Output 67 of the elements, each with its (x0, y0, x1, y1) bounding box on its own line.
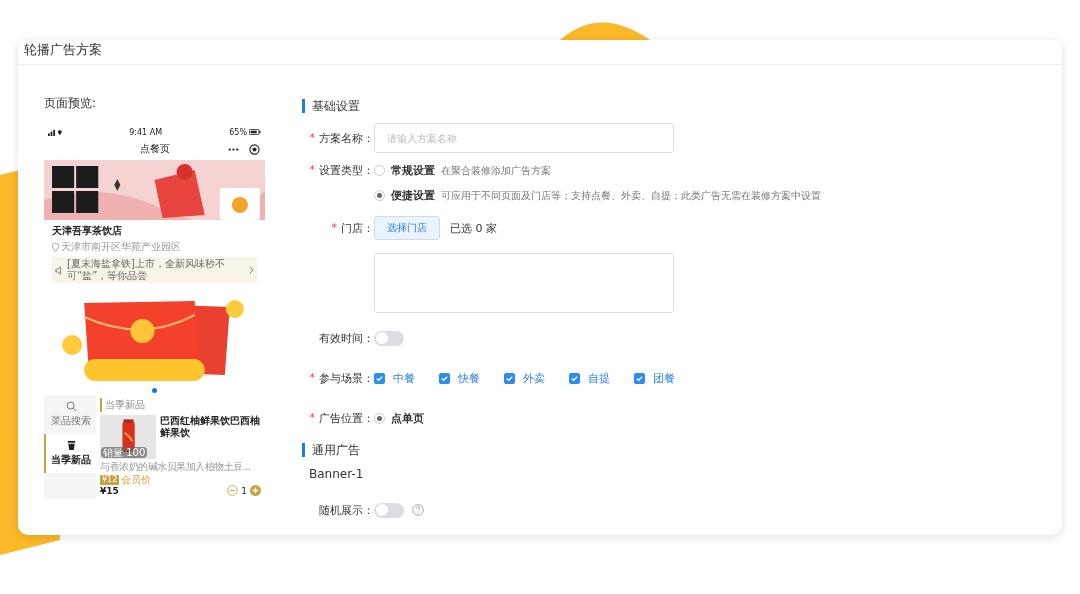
checkbox-label[interactable]: 自提 (588, 370, 610, 386)
store-address: 天津市南开区华苑产业园区 (61, 240, 181, 254)
store-name: 天津吾享茶饮店 (52, 224, 123, 238)
radio-label[interactable]: 便捷设置 (391, 188, 435, 203)
battery-icon (249, 129, 261, 135)
product-description: 与香浓奶的碱水贝果加入植物土豆... (100, 460, 252, 474)
member-price: ¥12 (100, 475, 120, 485)
category-tab[interactable]: 当季新品 (44, 434, 96, 473)
notice-text: [夏末海盐拿铁]上市，全新风味秒不可“盐”，等你品尝 (67, 258, 226, 282)
checkbox[interactable] (569, 372, 580, 384)
selected-count: 已选 0 家 (450, 220, 497, 236)
section-title: 当季新品 (100, 398, 261, 412)
required-mark: * (309, 410, 315, 426)
field-label: 方案名称： (319, 130, 374, 146)
toggle-switch[interactable] (374, 502, 404, 518)
field-label: 参与场景： (319, 370, 374, 386)
checkbox[interactable] (504, 372, 515, 384)
window-title: 轮播广告方案 (18, 40, 1062, 65)
required-mark: * (309, 370, 315, 386)
member-tag: 会员价 (121, 475, 152, 485)
field-label: 门店： (341, 220, 374, 236)
signal-icon (48, 128, 62, 136)
field-label: 有效时间： (319, 330, 374, 346)
checkbox[interactable] (439, 372, 450, 384)
search-icon (65, 401, 77, 412)
speaker-icon (55, 265, 64, 275)
banner-label: Banner-1 (309, 467, 364, 481)
product-name: 巴西红柚鲜果饮巴西柚鲜果饮 (160, 415, 261, 440)
location-icon (52, 242, 59, 252)
chevron-icon (249, 266, 254, 274)
status-time: 9:41 AM (129, 127, 163, 137)
help-icon[interactable] (412, 504, 424, 516)
field-label: 广告位置： (319, 410, 374, 426)
checkbox-label[interactable]: 团餐 (653, 370, 675, 386)
radio-label[interactable]: 点单页 (391, 410, 424, 426)
required-mark: * (309, 163, 315, 178)
field-label: 设置类型： (319, 163, 374, 178)
sales-badge: 销量 100 (101, 447, 148, 458)
store-list-field[interactable] (374, 253, 674, 313)
radio-label[interactable]: 常规设置 (391, 163, 435, 178)
section-heading: 基础设置 (302, 99, 1062, 113)
target-icon[interactable] (249, 143, 260, 155)
preview-label: 页面预览: (44, 95, 98, 112)
quantity: 1 (241, 485, 247, 496)
checkbox[interactable] (374, 372, 385, 384)
section-heading: 通用广告 (302, 443, 1062, 457)
toggle-switch[interactable] (374, 330, 404, 346)
plus-icon[interactable] (250, 485, 261, 496)
select-store-button[interactable]: 选择门店 (374, 216, 440, 240)
notice-bar[interactable]: [夏末海盐拿铁]上市，全新风味秒不可“盐”，等你品尝 (52, 257, 257, 283)
product-price: ¥15 (100, 485, 119, 496)
checkbox-label[interactable]: 外卖 (523, 370, 545, 386)
checkbox-label[interactable]: 快餐 (458, 370, 480, 386)
required-mark: * (309, 130, 315, 146)
cup-icon (65, 440, 77, 451)
page-title: 点餐页 (139, 142, 170, 156)
minus-icon[interactable] (227, 485, 239, 496)
option-hint: 可应用于不同页面及门店等；支持点餐、外卖、自提；此类广告无需在装修方案中设置 (441, 188, 821, 203)
more-icon[interactable] (228, 147, 239, 151)
checkbox[interactable] (634, 372, 645, 384)
option-hint: 在聚合装修添加广告方案 (441, 163, 551, 178)
battery-level: 65% (229, 127, 247, 137)
category-tab[interactable]: 菜品搜索 (44, 395, 96, 434)
field-label: 随机展示： (319, 502, 374, 518)
checkbox-label[interactable]: 中餐 (393, 370, 415, 386)
required-mark: * (331, 220, 337, 236)
carousel-dot[interactable] (152, 387, 157, 393)
